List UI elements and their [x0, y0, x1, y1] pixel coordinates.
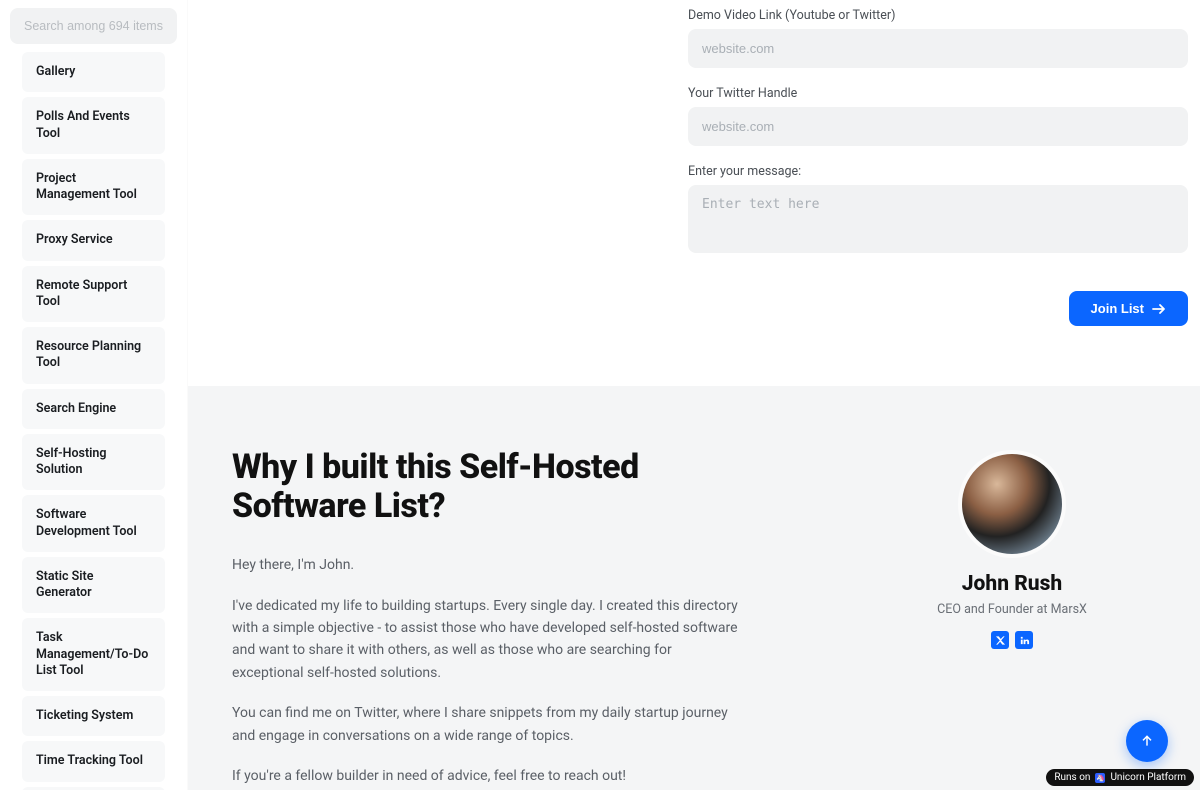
search-input[interactable]	[10, 8, 177, 44]
sidebar-item[interactable]: Polls And Events Tool	[22, 97, 165, 154]
story-title: Why I built this Self-Hosted Software Li…	[232, 448, 742, 526]
arrow-right-icon	[1152, 303, 1166, 315]
unicorn-icon: 🦄	[1095, 773, 1105, 783]
join-form: Demo Video Link (Youtube or Twitter) You…	[188, 8, 1200, 257]
message-textarea[interactable]	[688, 185, 1188, 253]
story-paragraph: If you're a fellow builder in need of ad…	[232, 765, 742, 787]
search-box	[10, 8, 177, 44]
badge-platform: Unicorn Platform	[1110, 772, 1186, 783]
badge-runs-on: Runs on	[1054, 772, 1090, 783]
sidebar-item[interactable]: Self-Hosting Solution	[22, 434, 165, 491]
scroll-to-top-button[interactable]	[1126, 720, 1168, 762]
twitter-handle-input[interactable]	[688, 107, 1188, 146]
sidebar-item[interactable]: Remote Support Tool	[22, 266, 165, 323]
story-paragraph: You can find me on Twitter, where I shar…	[232, 702, 742, 747]
sidebar-item[interactable]: Static Site Generator	[22, 557, 165, 614]
profile-role: CEO and Founder at MarsX	[937, 602, 1087, 617]
arrow-up-icon	[1139, 733, 1155, 749]
avatar	[962, 454, 1062, 554]
join-button-row: Join List	[188, 257, 1200, 386]
sidebar-item[interactable]: Gallery	[22, 52, 165, 92]
sidebar-item[interactable]: Task Management/To-Do List Tool	[22, 618, 165, 691]
story-section: Why I built this Self-Hosted Software Li…	[188, 386, 1200, 790]
sidebar-item[interactable]: Software Development Tool	[22, 495, 165, 552]
social-icons	[991, 631, 1033, 649]
sidebar-item[interactable]: Search Engine	[22, 389, 165, 429]
demo-video-label: Demo Video Link (Youtube or Twitter)	[688, 8, 1188, 23]
linkedin-icon[interactable]	[1015, 631, 1033, 649]
profile-card: John Rush CEO and Founder at MarsX	[882, 448, 1142, 790]
profile-name: John Rush	[962, 572, 1062, 596]
demo-video-input[interactable]	[688, 29, 1188, 68]
sidebar-item[interactable]: Resource Planning Tool	[22, 327, 165, 384]
sidebar-item[interactable]: Project Management Tool	[22, 159, 165, 216]
join-list-label: Join List	[1091, 301, 1144, 316]
message-label: Enter your message:	[688, 164, 1188, 179]
platform-badge[interactable]: Runs on 🦄 Unicorn Platform	[1046, 769, 1194, 786]
twitter-handle-label: Your Twitter Handle	[688, 86, 1188, 101]
sidebar-item[interactable]: Ticketing System	[22, 696, 165, 736]
story-paragraph: Hey there, I'm John.	[232, 554, 742, 576]
sidebar-item[interactable]: Proxy Service	[22, 220, 165, 260]
main-content: Demo Video Link (Youtube or Twitter) You…	[188, 0, 1200, 790]
join-list-button[interactable]: Join List	[1069, 291, 1188, 326]
story-text: Why I built this Self-Hosted Software Li…	[232, 448, 742, 790]
sidebar-item[interactable]: URL Shortener	[22, 787, 165, 790]
x-twitter-icon[interactable]	[991, 631, 1009, 649]
sidebar: Gallery Polls And Events ToolProject Mana…	[0, 0, 188, 790]
story-paragraph: I've dedicated my life to building start…	[232, 595, 742, 685]
sidebar-item[interactable]: Time Tracking Tool	[22, 741, 165, 781]
